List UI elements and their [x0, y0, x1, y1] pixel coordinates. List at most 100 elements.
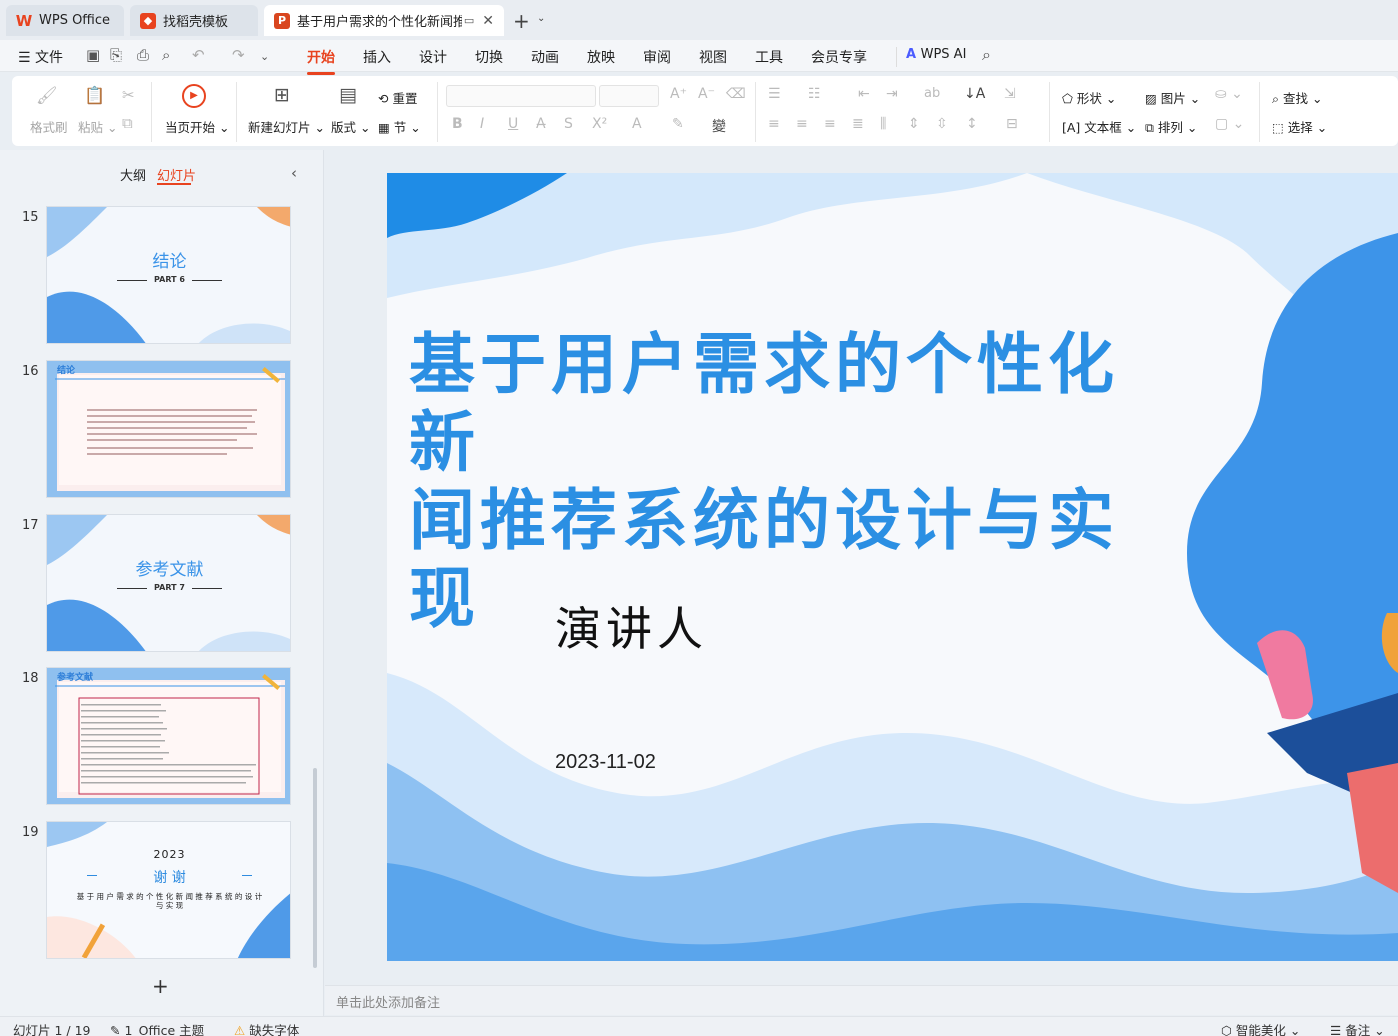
close-icon[interactable]: ✕: [482, 13, 494, 29]
align-center-icon[interactable]: ≡: [796, 116, 808, 132]
sort-icon[interactable]: ↓A: [964, 86, 985, 102]
line-spacing-icon[interactable]: ⇕: [908, 116, 920, 132]
menu-home[interactable]: 开始: [307, 47, 335, 75]
slide-thumbnail-17[interactable]: 参考文献 PART 7: [46, 514, 291, 652]
new-slide-button[interactable]: 新建幻灯片 ⌄: [248, 117, 325, 136]
picture-button[interactable]: ▨ 图片 ⌄: [1145, 88, 1200, 107]
align-right-icon[interactable]: ≡: [824, 116, 836, 132]
menu-insert[interactable]: 插入: [363, 47, 391, 67]
distribute-icon[interactable]: ⫼: [880, 116, 886, 132]
slide-thumbnail-16[interactable]: 结论: [46, 360, 291, 498]
slide-thumbnail-18[interactable]: 参考文献: [46, 667, 291, 805]
font-size-select[interactable]: [599, 85, 659, 107]
outline-icon[interactable]: ▢ ⌄: [1215, 116, 1244, 132]
underline-icon[interactable]: U: [508, 116, 518, 132]
menu-design[interactable]: 设计: [419, 47, 447, 67]
bullet-list-icon[interactable]: ☰: [768, 86, 781, 102]
numbered-list-icon[interactable]: ☷: [808, 86, 821, 102]
monitor-icon[interactable]: ▭: [464, 14, 474, 27]
new-tab-button[interactable]: +: [513, 9, 530, 33]
chevron-down-icon[interactable]: ⌄: [260, 50, 269, 63]
clear-format-icon[interactable]: ⌫: [726, 86, 746, 102]
cut-icon[interactable]: ✂: [122, 86, 135, 104]
fill-icon[interactable]: ⛀ ⌄: [1215, 86, 1243, 102]
increase-indent-icon[interactable]: ⇥: [886, 86, 898, 102]
align-left-icon[interactable]: ≡: [768, 116, 780, 132]
redo-icon[interactable]: ↷: [232, 46, 245, 64]
bold-icon[interactable]: B: [452, 116, 463, 132]
current-slide[interactable]: 基于用户需求的个性化新 闻推荐系统的设计与实现 演讲人 2023-11-02: [387, 173, 1398, 961]
shape-label: 形状: [1076, 91, 1102, 106]
reset-button[interactable]: ⟲ 重置: [378, 88, 417, 107]
missing-font-button[interactable]: ⚠ 缺失字体: [234, 1020, 299, 1036]
phonetic-icon[interactable]: 變: [712, 116, 726, 136]
italic-icon[interactable]: I: [480, 116, 484, 132]
file-menu[interactable]: ☰ 文件: [18, 47, 63, 67]
ribbon-divider: [437, 82, 438, 142]
arrange-button[interactable]: ⧉ 排列 ⌄: [1145, 117, 1197, 136]
paragraph-spacing-icon[interactable]: ⇳: [936, 116, 948, 132]
select-button[interactable]: ⬚ 选择 ⌄: [1272, 117, 1327, 136]
notes-button[interactable]: ☰ 备注 ⌄: [1330, 1020, 1385, 1036]
title-tab-bar: W WPS Office ◆ 找稻壳模板 P 基于用户需求的个性化新闻推荐 ▭ …: [0, 0, 1398, 40]
theme-button[interactable]: ✎ 1_Office 主题: [110, 1020, 204, 1036]
export-icon[interactable]: ⎘: [110, 46, 122, 64]
print-icon[interactable]: ⎙: [137, 46, 149, 64]
thumbnail-title: 参考文献: [57, 673, 94, 683]
convert-smartart-icon[interactable]: ⇲: [1004, 86, 1016, 102]
textbox-button[interactable]: [A] 文本框 ⌄: [1062, 117, 1136, 136]
text-direction-icon[interactable]: ab: [924, 86, 940, 101]
menu-transition[interactable]: 切换: [475, 47, 503, 67]
menu-review[interactable]: 审阅: [643, 47, 671, 67]
presenter-label[interactable]: 演讲人: [555, 593, 708, 659]
slide-title[interactable]: 基于用户需求的个性化新 闻推荐系统的设计与实现: [409, 325, 1189, 637]
menu-member[interactable]: 会员专享: [811, 47, 867, 67]
menu-animation[interactable]: 动画: [531, 47, 559, 67]
add-slide-button[interactable]: +: [152, 974, 169, 998]
menu-view[interactable]: 视图: [699, 47, 727, 67]
search-icon[interactable]: ⌕: [982, 45, 991, 65]
notes-pane[interactable]: 单击此处添加备注: [325, 985, 1398, 1015]
shape-button[interactable]: ⬠ 形状 ⌄: [1062, 88, 1116, 107]
thumbnail-subtitle: PART 6: [154, 275, 185, 284]
paste-button[interactable]: 粘贴 ⌄: [78, 117, 117, 136]
undo-icon[interactable]: ↶: [192, 46, 205, 64]
justify-icon[interactable]: ≣: [852, 116, 864, 132]
panel-scrollbar[interactable]: [313, 768, 317, 968]
decrease-indent-icon[interactable]: ⇤: [858, 86, 870, 102]
slide-date[interactable]: 2023-11-02: [555, 751, 656, 774]
ribbon-toolbar: 🖌 格式刷 📋 粘贴 ⌄ ✂ ⧉ ▶ 当页开始 ⌄ ⊞ 新建幻灯片 ⌄ ▤ 版式…: [12, 76, 1398, 146]
find-button[interactable]: ⌕ 查找 ⌄: [1272, 88, 1322, 107]
format-brush-button[interactable]: 格式刷: [30, 117, 68, 136]
collapse-panel-icon[interactable]: ‹: [291, 164, 297, 182]
tab-docer[interactable]: ◆ 找稻壳模板: [130, 5, 258, 36]
chevron-down-icon[interactable]: ⌄: [537, 13, 545, 24]
section-button[interactable]: ▦ 节 ⌄: [378, 117, 421, 136]
menu-tools[interactable]: 工具: [755, 47, 783, 67]
font-shrink-icon[interactable]: A⁻: [698, 86, 715, 102]
font-family-select[interactable]: [446, 85, 596, 107]
play-from-current-button[interactable]: 当页开始 ⌄: [165, 117, 229, 136]
slide-thumbnail-19[interactable]: 2023 谢 谢 基 于 用 户 需 求 的 个 性 化 新 闻 推 荐 系 统…: [46, 821, 291, 959]
vertical-align-icon[interactable]: ⊟: [1006, 116, 1018, 132]
shadow-text-icon[interactable]: S: [564, 116, 573, 132]
tab-wps-office[interactable]: W WPS Office: [6, 5, 124, 36]
print-preview-icon[interactable]: ⌕: [162, 46, 170, 64]
wps-ai-button[interactable]: A WPS AI: [906, 47, 966, 62]
tab-slides[interactable]: 幻灯片: [157, 165, 196, 184]
tab-document[interactable]: P 基于用户需求的个性化新闻推荐 ▭ ✕: [264, 5, 504, 36]
highlight-icon[interactable]: ✎: [672, 116, 684, 132]
font-color-icon[interactable]: A: [632, 116, 642, 132]
tab-outline[interactable]: 大纲: [120, 165, 146, 184]
font-grow-icon[interactable]: A⁺: [670, 86, 687, 102]
save-icon[interactable]: ▣: [86, 46, 100, 64]
strikethrough-icon[interactable]: A̶: [536, 116, 546, 132]
copy-icon[interactable]: ⧉: [122, 114, 133, 132]
menu-slideshow[interactable]: 放映: [587, 47, 615, 67]
picture-label: 图片: [1160, 91, 1186, 106]
smart-beautify-button[interactable]: ⬡ 智能美化 ⌄: [1221, 1020, 1300, 1036]
text-spacing-icon[interactable]: ↕: [966, 116, 978, 132]
slide-thumbnail-15[interactable]: 结论 PART 6: [46, 206, 291, 344]
superscript-icon[interactable]: X²: [592, 116, 607, 132]
layout-button[interactable]: 版式 ⌄: [331, 117, 370, 136]
